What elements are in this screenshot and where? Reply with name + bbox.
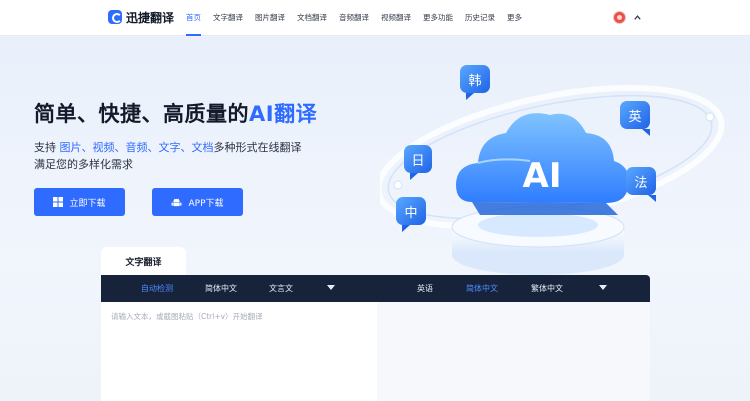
source-lang-simplified-chinese[interactable]: 简体中文 <box>205 275 237 302</box>
ai-cloud-illustration: AI 韩 日 英 法 中 <box>380 65 725 275</box>
nav-item-text-translate[interactable]: 文字翻译 <box>213 0 243 36</box>
badge-zh: 中 <box>396 197 426 232</box>
target-lang-english[interactable]: 英语 <box>417 275 433 302</box>
windows-icon <box>53 197 64 207</box>
nav-item-more-features[interactable]: 更多功能 <box>423 0 453 36</box>
nav-item-history[interactable]: 历史记录 <box>465 0 495 36</box>
source-lang-classical-chinese[interactable]: 文言文 <box>269 275 293 302</box>
hero-headline: 简单、快捷、高质量的AI翻译 <box>34 98 317 128</box>
nav-item-home[interactable]: 首页 <box>186 0 201 36</box>
nav-item-more[interactable]: 更多 <box>507 0 522 36</box>
badge-en: 英 <box>620 101 650 136</box>
source-lang-dropdown-icon[interactable] <box>327 285 335 290</box>
badge-en-text: 英 <box>628 110 641 125</box>
logo-icon[interactable] <box>108 10 122 24</box>
badge-ko-text: 韩 <box>468 74 481 89</box>
nav-item-image-translate[interactable]: 图片翻译 <box>255 0 285 36</box>
main-nav: 首页 文字翻译 图片翻译 文档翻译 音频翻译 视频翻译 更多功能 历史记录 更多 <box>186 0 534 36</box>
source-text-input[interactable] <box>101 302 377 401</box>
top-nav-bar: 迅捷翻译 首页 文字翻译 图片翻译 文档翻译 音频翻译 视频翻译 更多功能 历史… <box>0 0 750 36</box>
subtitle-suffix: 多种形式在线翻译 <box>213 141 302 154</box>
subtitle-formats: 图片、视频、音频、文字、文档 <box>59 141 214 154</box>
badge-fr-text: 法 <box>634 176 647 191</box>
badge-ja: 日 <box>404 145 432 180</box>
source-text-pane <box>101 302 377 401</box>
target-lang-dropdown-icon[interactable] <box>599 285 607 290</box>
download-button[interactable]: 立即下载 <box>34 188 125 216</box>
cloud-ai-text: AI <box>523 156 562 196</box>
android-icon <box>172 198 182 206</box>
translation-output-pane <box>377 302 650 401</box>
target-lang-traditional-chinese[interactable]: 繁体中文 <box>531 275 563 302</box>
hero-subtitle-line1: 支持 图片、视频、音频、文字、文档多种形式在线翻译 <box>34 139 302 155</box>
target-lang-simplified-chinese[interactable]: 简体中文 <box>466 275 498 302</box>
badge-zh-text: 中 <box>404 206 417 221</box>
headline-main-text: 简单、快捷、高质量的 <box>34 102 249 126</box>
app-download-button[interactable]: APP下载 <box>152 188 243 216</box>
badge-ja-text: 日 <box>411 154 424 169</box>
logo-text[interactable]: 迅捷翻译 <box>126 9 174 26</box>
subtitle-prefix: 支持 <box>34 141 60 154</box>
user-avatar[interactable] <box>613 11 626 24</box>
app-download-button-label: APP下载 <box>188 198 224 209</box>
hero-subtitle-line2: 满足您的多样化需求 <box>34 158 133 171</box>
chevron-up-icon[interactable] <box>633 13 642 22</box>
badge-ko: 韩 <box>460 65 490 100</box>
headline-ai-text: AI翻译 <box>249 102 318 126</box>
download-button-label: 立即下载 <box>69 198 106 209</box>
nav-item-audio-translate[interactable]: 音频翻译 <box>339 0 369 36</box>
tab-text-translate[interactable]: 文字翻译 <box>101 247 186 275</box>
source-lang-auto-detect[interactable]: 自动检测 <box>141 275 173 302</box>
nav-item-video-translate[interactable]: 视频翻译 <box>381 0 411 36</box>
language-bar: 自动检测 简体中文 文言文 英语 简体中文 繁体中文 <box>101 275 650 302</box>
nav-item-document-translate[interactable]: 文档翻译 <box>297 0 327 36</box>
